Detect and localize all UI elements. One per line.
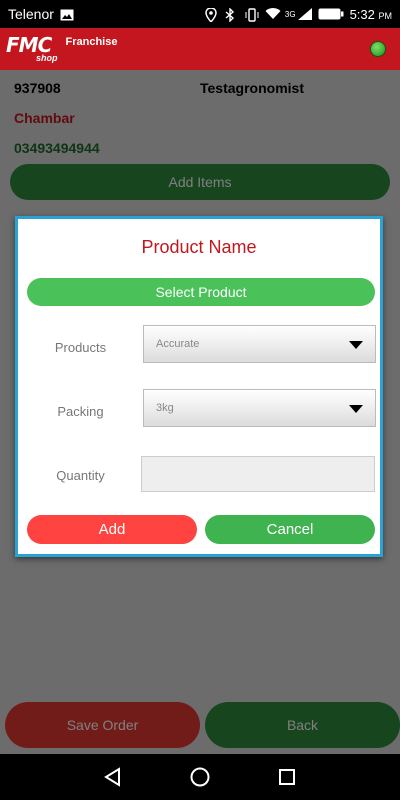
vibrate-icon [245,8,259,22]
carrier-label: Telenor [8,6,54,22]
bluetooth-icon [225,7,239,23]
quantity-label: Quantity [56,468,105,483]
products-label: Products [54,340,107,355]
gallery-icon [60,8,74,21]
dialog-title: Product Name [141,237,257,257]
location-icon [205,7,219,24]
fmc-logo: FMC shop [6,32,58,63]
dropdown-arrow-icon [349,341,363,349]
app-header: FMC shop Franchise [0,28,400,70]
status-bar: Telenor 3G 5:32 PM [0,0,400,28]
nav-back-icon[interactable] [99,763,127,791]
packing-label: Packing [57,404,104,419]
packing-selected-value: 3kg [156,402,174,414]
network-type: 3G [284,9,296,19]
products-dropdown[interactable]: Accurate [143,325,376,363]
clock: 5:32 PM [349,6,392,22]
add-button[interactable]: Add [27,515,197,544]
product-dialog: Product Name Select Product Products Acc… [15,216,383,557]
nav-home-icon[interactable] [186,763,214,791]
products-selected-value: Accurate [156,338,200,350]
quantity-input[interactable] [141,456,375,492]
online-status-icon [370,41,386,57]
system-nav-bar [0,754,400,800]
packing-dropdown[interactable]: 3kg [143,389,376,427]
select-product-button[interactable]: Select Product [27,278,375,306]
franchise-label: Franchise [65,36,118,48]
wifi-icon [265,8,281,20]
nav-recents-icon[interactable] [273,763,301,791]
dropdown-arrow-icon [349,405,363,413]
battery-icon [318,8,344,20]
signal-icon [297,8,312,20]
cancel-button[interactable]: Cancel [205,515,375,544]
